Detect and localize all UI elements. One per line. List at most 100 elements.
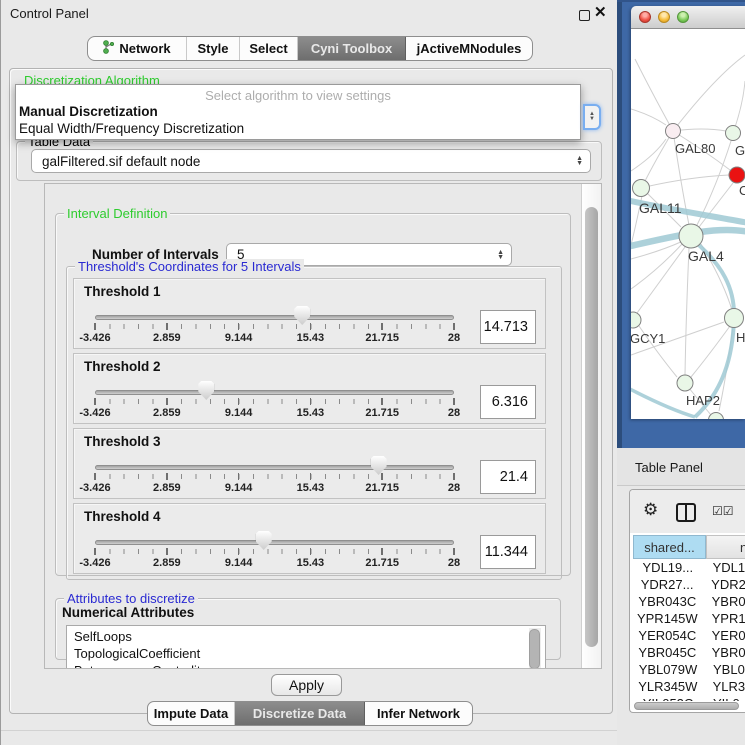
table-row[interactable]: YER054CYER0	[630, 627, 745, 644]
network-node-c[interactable]	[729, 167, 745, 183]
threshold-slider-track[interactable]	[95, 315, 454, 320]
network-node-h[interactable]	[725, 309, 744, 328]
algorithm-combobox-arrows[interactable]: ▲▼	[583, 104, 601, 130]
table-row[interactable]: YBR043CYBR0	[630, 593, 745, 610]
cell-shared-name[interactable]: YPR145W	[630, 611, 705, 626]
combobox-arrows-icon: ▲▼	[497, 250, 504, 260]
table-row[interactable]: YIL052CYIL0	[630, 695, 745, 701]
table-data-combobox-value: galFiltered.sif default node	[42, 154, 200, 169]
threshold-value-field[interactable]: 14.713	[480, 310, 536, 344]
tab-style[interactable]: Style	[187, 37, 240, 60]
cell-shared-name[interactable]: YBR043C	[630, 594, 705, 609]
tab-impute-data[interactable]: Impute Data	[148, 702, 235, 725]
network-node-gal4[interactable]	[679, 224, 703, 248]
tab-jactivemnodules[interactable]: jActiveMNodules	[406, 37, 532, 60]
cell-name[interactable]: YPR1	[705, 611, 745, 626]
slider-tick-label: -3.426	[65, 407, 125, 419]
attribute-list-scrollbar-thumb[interactable]	[529, 629, 540, 669]
network-edge[interactable]	[631, 139, 666, 171]
cell-shared-name[interactable]: YLR345W	[630, 679, 706, 694]
network-node-gcy1[interactable]	[631, 312, 641, 328]
threshold-slider-thumb[interactable]	[294, 306, 310, 325]
network-node-gal80[interactable]	[666, 124, 681, 139]
network-node-hap2[interactable]	[677, 375, 693, 391]
close-icon[interactable]: ✕	[594, 3, 607, 21]
cell-shared-name[interactable]: YIL052C	[630, 696, 706, 701]
network-edge[interactable]	[635, 59, 673, 131]
slider-tick-label: 2.859	[137, 482, 197, 494]
tab-discretize-data[interactable]: Discretize Data	[235, 702, 365, 725]
network-edge[interactable]	[733, 81, 745, 133]
network-edge[interactable]	[685, 248, 689, 375]
main-scrollbar-thumb[interactable]	[585, 207, 598, 647]
cell-name[interactable]: YDR2	[704, 577, 745, 592]
threshold-slider-track[interactable]	[95, 540, 454, 545]
cell-shared-name[interactable]: YBL079W	[630, 662, 706, 677]
tab-cyni-toolbox[interactable]: Cyni Toolbox	[298, 37, 406, 60]
table-horizontal-scrollbar-thumb[interactable]	[634, 702, 739, 710]
network-window-titlebar[interactable]	[631, 6, 745, 29]
zoom-traffic-light-icon[interactable]	[677, 11, 689, 23]
table-row[interactable]: YBL079WYBL0	[630, 661, 745, 678]
threshold-slider-thumb[interactable]	[256, 531, 272, 550]
cell-shared-name[interactable]: YER054C	[630, 628, 705, 643]
column-header-shared-name[interactable]: shared...	[633, 535, 706, 559]
cell-name[interactable]: YIL0	[706, 696, 740, 701]
threshold-slider-thumb[interactable]	[371, 456, 387, 475]
cell-name[interactable]: YBR0	[705, 594, 745, 609]
table-row[interactable]: YPR145WYPR1	[630, 610, 745, 627]
network-node-g[interactable]	[726, 126, 741, 141]
network-node[interactable]	[709, 413, 724, 420]
table-data-combobox[interactable]: galFiltered.sif default node ▲▼	[31, 149, 591, 173]
float-window-icon[interactable]	[579, 10, 590, 21]
attribute-list-item[interactable]: SelfLoops	[67, 628, 545, 645]
threshold-value-field[interactable]: 21.4	[480, 460, 536, 494]
tab-network[interactable]: Network	[88, 37, 187, 60]
table-horizontal-scrollbar[interactable]	[633, 702, 745, 711]
table-row[interactable]: YLR345WYLR3	[630, 678, 745, 695]
tab-select[interactable]: Select	[240, 37, 298, 60]
minimize-traffic-light-icon[interactable]	[658, 11, 670, 23]
close-traffic-light-icon[interactable]	[639, 11, 651, 23]
main-scrollbar[interactable]	[581, 184, 602, 668]
bottom-mode-tabs: Impute DataDiscretize DataInfer Network	[147, 701, 473, 726]
slider-tick-label: 21.715	[352, 482, 412, 494]
table-row[interactable]: YBR045CYBR0	[630, 644, 745, 661]
split-columns-icon[interactable]	[676, 503, 696, 522]
cell-name[interactable]: YLR3	[706, 679, 745, 694]
cell-shared-name[interactable]: YBR045C	[630, 645, 705, 660]
network-edge[interactable]	[631, 243, 683, 289]
threshold-slider-track[interactable]	[95, 390, 454, 395]
threshold-value-field[interactable]: 6.316	[480, 385, 536, 419]
attribute-list-item[interactable]: BetweennessCentrality	[67, 662, 545, 669]
cell-name[interactable]: YER0	[705, 628, 745, 643]
slider-tick-label: 2.859	[137, 332, 197, 344]
slider-major-tick	[238, 323, 240, 330]
cell-shared-name[interactable]: YDL19...	[630, 560, 706, 575]
table-row[interactable]: YDR27...YDR2	[630, 576, 745, 593]
select-columns-icon[interactable]: ☑☑	[712, 504, 734, 518]
network-edge[interactable]	[673, 55, 745, 131]
threshold-slider-thumb[interactable]	[198, 381, 214, 400]
menu-item-manual-discretization[interactable]: Manual Discretization	[16, 103, 580, 120]
threshold-slider-track[interactable]	[95, 465, 454, 470]
network-edge[interactable]	[637, 247, 685, 313]
cell-name[interactable]: YBL0	[706, 662, 745, 677]
cell-shared-name[interactable]: YDR27...	[630, 577, 704, 592]
apply-button[interactable]: Apply	[271, 674, 342, 696]
attribute-list-scrollbar[interactable]	[529, 628, 541, 669]
cell-name[interactable]: YBR0	[705, 645, 745, 660]
network-node-gal11[interactable]	[633, 180, 650, 197]
tab-infer-network[interactable]: Infer Network	[365, 702, 472, 725]
menu-item-equal-width-frequency[interactable]: Equal Width/Frequency Discretization	[16, 120, 580, 137]
apply-button-label: Apply	[289, 677, 324, 693]
attribute-list-item[interactable]: TopologicalCoefficient	[67, 645, 545, 662]
threshold-value-field[interactable]: 11.344	[480, 535, 536, 569]
network-edge[interactable]	[643, 131, 673, 185]
network-canvas[interactable]: GAL80GCGAL11GAL4HGCY1HAP2	[631, 29, 745, 419]
column-header-name[interactable]: na	[706, 535, 745, 559]
network-edge[interactable]	[631, 109, 666, 125]
gear-icon[interactable]: ⚙	[643, 500, 658, 520]
cell-name[interactable]: YDL1	[706, 560, 745, 575]
table-row[interactable]: YDL19...YDL1	[630, 559, 745, 576]
